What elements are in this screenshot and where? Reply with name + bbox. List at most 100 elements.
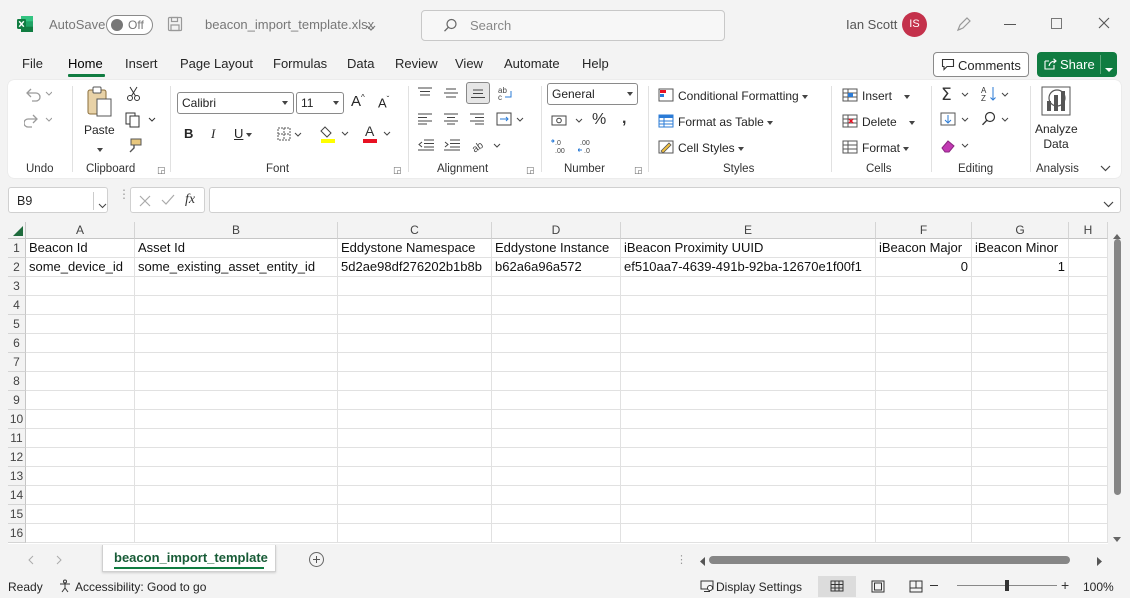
cell[interactable] [1069,315,1108,334]
cell[interactable] [338,296,492,315]
cell[interactable] [26,334,135,353]
display-settings-icon[interactable] [700,579,714,596]
cell[interactable] [621,372,876,391]
cell[interactable] [135,410,338,429]
wrap-text-icon[interactable]: ab c [498,85,514,104]
cell[interactable]: iBeacon Major [876,239,972,258]
user-name[interactable]: Ian Scott [846,17,897,32]
increase-indent-icon[interactable] [444,139,460,154]
tab-help[interactable]: Help [582,56,609,71]
column-header-d[interactable]: D [492,222,621,239]
format-as-table-icon[interactable] [658,114,674,131]
cell[interactable] [1069,391,1108,410]
cell[interactable] [338,277,492,296]
cell[interactable] [876,296,972,315]
tab-data[interactable]: Data [347,56,374,71]
cell[interactable] [1069,410,1108,429]
cell[interactable] [135,505,338,524]
cell[interactable] [26,429,135,448]
search-box[interactable]: Search [421,10,725,41]
prev-sheet-icon[interactable] [28,554,34,568]
cell[interactable] [972,315,1069,334]
decrease-indent-icon[interactable] [418,139,434,154]
cell[interactable] [338,524,492,543]
tab-page-layout[interactable]: Page Layout [180,56,253,71]
cell[interactable] [1069,296,1108,315]
format-cells-icon[interactable] [842,140,858,157]
minimize-button[interactable] [1004,24,1016,25]
increase-font-size-icon[interactable]: A^ [351,93,365,110]
cell[interactable]: some_existing_asset_entity_id [135,258,338,277]
cell[interactable] [972,524,1069,543]
cell[interactable] [621,486,876,505]
paste-icon[interactable] [84,86,114,121]
row-header[interactable]: 6 [8,334,26,353]
formula-input[interactable] [209,187,1121,213]
decrease-decimal-icon[interactable]: .00.0 [577,138,596,157]
cell[interactable] [338,334,492,353]
file-name[interactable]: beacon_import_template.xlsx [205,17,374,32]
cell[interactable] [1069,486,1108,505]
cell[interactable] [492,353,621,372]
cell[interactable] [338,429,492,448]
paste-button[interactable]: Paste [84,123,115,137]
cell[interactable] [492,505,621,524]
cell[interactable] [972,296,1069,315]
cell[interactable] [26,277,135,296]
cell[interactable] [135,391,338,410]
cell[interactable] [135,524,338,543]
cell[interactable]: 5d2ae98df276202b1b8b [338,258,492,277]
column-header-c[interactable]: C [338,222,492,239]
cell[interactable]: iBeacon Minor [972,239,1069,258]
column-header-f[interactable]: F [876,222,972,239]
cell[interactable] [972,334,1069,353]
next-sheet-icon[interactable] [56,554,62,568]
scroll-right-icon[interactable] [1097,555,1103,569]
column-header-h[interactable]: H [1069,222,1108,239]
cell[interactable] [26,391,135,410]
cell[interactable] [492,277,621,296]
underline-icon[interactable]: U [234,126,253,141]
sheet-tab-active[interactable]: beacon_import_template [102,545,276,572]
orientation-icon[interactable]: ab [470,137,502,156]
tab-review[interactable]: Review [395,56,438,71]
cell[interactable] [972,429,1069,448]
column-header-b[interactable]: B [135,222,338,239]
comma-style-icon[interactable]: , [622,110,626,128]
page-break-view-icon[interactable] [909,580,923,596]
cell[interactable] [621,524,876,543]
insert-cells-icon[interactable] [842,88,858,105]
page-layout-view-icon[interactable] [871,580,885,596]
cell[interactable] [26,296,135,315]
cell[interactable] [972,410,1069,429]
display-settings-button[interactable]: Display Settings [716,580,802,594]
cell[interactable] [621,315,876,334]
cell[interactable] [621,448,876,467]
cell[interactable] [26,505,135,524]
cell[interactable] [338,372,492,391]
number-format-select[interactable]: General [547,83,638,105]
cell[interactable] [876,448,972,467]
percent-icon[interactable]: % [592,111,606,129]
cell[interactable] [1069,448,1108,467]
delete-cells-button[interactable]: Delete [862,115,915,129]
cell[interactable] [972,448,1069,467]
cell[interactable] [338,353,492,372]
cell[interactable] [338,391,492,410]
clear-icon[interactable] [940,138,970,157]
cell[interactable] [1069,505,1108,524]
zoom-out-icon[interactable] [930,585,938,586]
tab-formulas[interactable]: Formulas [273,56,327,71]
cell[interactable] [876,353,972,372]
cell[interactable] [876,467,972,486]
cell[interactable] [338,410,492,429]
cell[interactable] [338,315,492,334]
cell[interactable] [135,315,338,334]
align-center-icon[interactable] [444,113,458,128]
cell[interactable] [135,296,338,315]
cell[interactable] [135,486,338,505]
cell[interactable] [26,467,135,486]
insert-cells-button[interactable]: Insert [862,89,911,103]
cell[interactable] [621,296,876,315]
cell[interactable]: b62a6a96a572 [492,258,621,277]
